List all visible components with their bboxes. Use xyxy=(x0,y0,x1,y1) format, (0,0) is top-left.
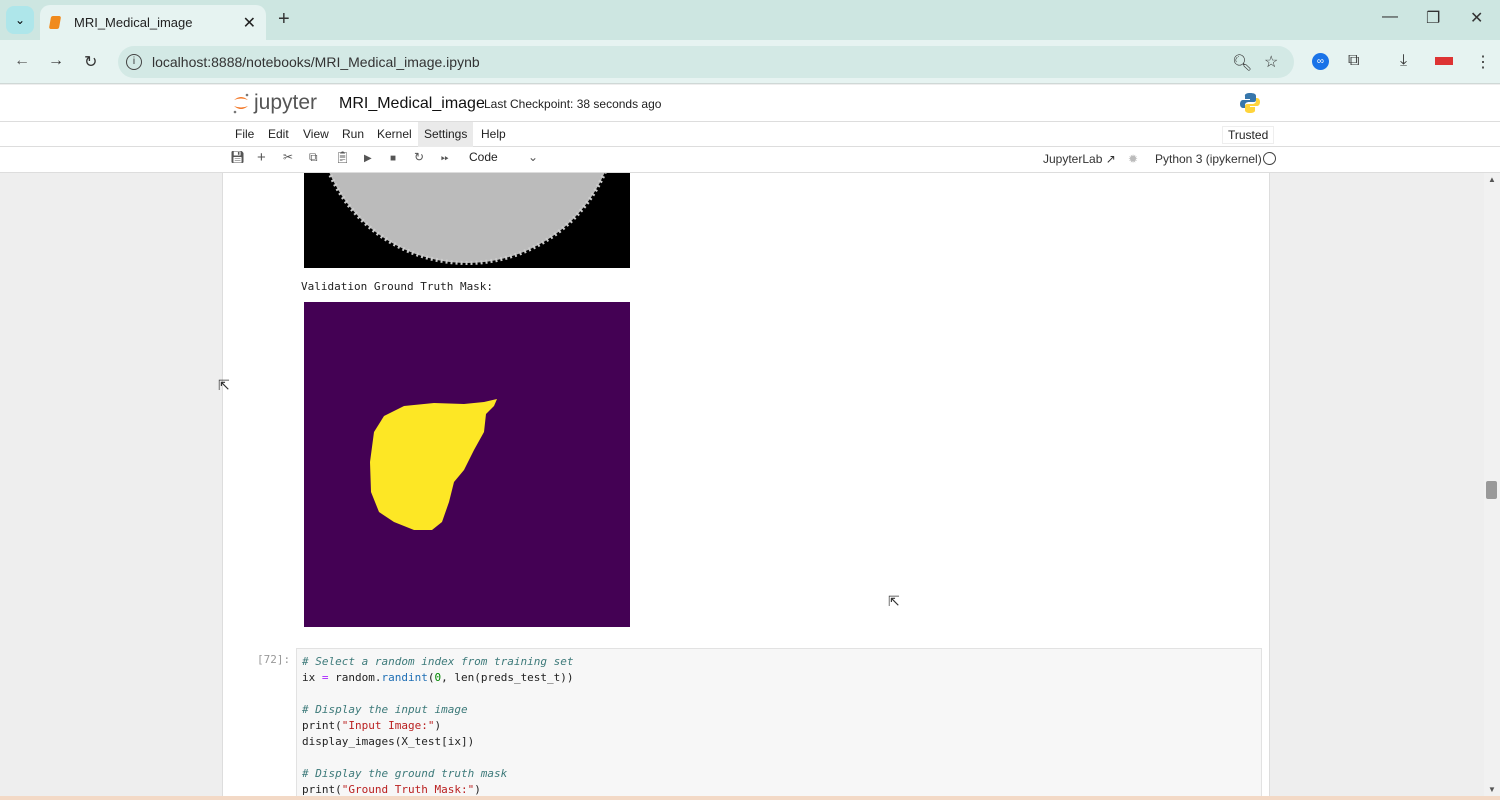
code-line: # Select a random index from training se… xyxy=(302,654,1256,670)
code-token: ) xyxy=(474,783,481,796)
browser-menu-icon[interactable]: ⋮ xyxy=(1475,52,1491,72)
extension-badge-icon[interactable] xyxy=(1435,57,1453,65)
site-info-icon[interactable]: i xyxy=(126,54,142,70)
jupyterlab-link[interactable]: JupyterLab ↗ xyxy=(1043,152,1116,166)
jupyter-logo-icon xyxy=(233,93,249,114)
jupyter-favicon-icon xyxy=(48,16,62,29)
menu-file[interactable]: File xyxy=(229,122,260,147)
close-tab-icon[interactable]: ✕ xyxy=(243,13,256,33)
notebook-title[interactable]: MRI_Medical_image xyxy=(339,95,485,113)
reload-icon[interactable]: ↻ xyxy=(84,52,97,72)
menu-view[interactable]: View xyxy=(297,122,335,147)
menu-run[interactable]: Run xyxy=(336,122,370,147)
copy-icon[interactable]: ⧉ xyxy=(309,150,318,165)
code-token: random. xyxy=(328,671,382,684)
new-tab-icon[interactable]: + xyxy=(278,8,290,31)
jupyter-logo-text: jupyter xyxy=(254,91,318,114)
python-logo-icon xyxy=(1240,93,1260,113)
menu-kernel[interactable]: Kernel xyxy=(371,122,418,147)
run-icon[interactable]: ▶ xyxy=(364,153,372,164)
download-icon[interactable]: ⤓ xyxy=(1400,52,1407,70)
code-token: # Display the ground truth mask xyxy=(302,767,508,780)
last-checkpoint: Last Checkpoint: 38 seconds ago xyxy=(484,97,662,111)
code-line: print("Input Image:") xyxy=(302,718,1256,734)
paste-icon[interactable]: 📋︎ xyxy=(335,150,350,164)
url-text: localhost:8888/notebooks/MRI_Medical_ima… xyxy=(152,54,480,70)
trusted-indicator[interactable]: Trusted xyxy=(1222,126,1275,144)
code-line: ix = random.randint(0, len(preds_test_t)… xyxy=(302,670,1256,686)
insert-cell-icon[interactable]: + xyxy=(257,149,266,166)
forward-icon[interactable]: → xyxy=(48,52,64,70)
bookmark-star-icon[interactable]: ☆ xyxy=(1264,52,1278,72)
ground-truth-mask-image xyxy=(304,302,630,627)
ct-input-image xyxy=(304,173,630,268)
chevron-down-icon[interactable]: ⌄ xyxy=(528,150,538,164)
code-token: print( xyxy=(302,783,342,796)
code-token: "Input Image:" xyxy=(341,719,435,732)
mask-background xyxy=(304,302,630,627)
code-token: # Select a random index from training se… xyxy=(302,655,574,668)
code-line: # Display the ground truth mask xyxy=(302,766,1256,782)
scrollbar-thumb[interactable] xyxy=(1486,481,1497,499)
taskbar-edge xyxy=(0,796,1500,800)
code-token: "Ground Truth Mask:" xyxy=(341,783,475,796)
stop-icon[interactable]: ■ xyxy=(390,153,396,164)
code-token: display_images(X_test[ix]) xyxy=(302,735,475,748)
code-token: randint xyxy=(381,671,428,684)
code-token: ix xyxy=(302,671,322,684)
restart-icon[interactable]: ↻ xyxy=(414,150,424,164)
notebook-page: Validation Ground Truth Mask: [72]: # Se… xyxy=(222,173,1270,800)
cell-type-select[interactable]: Code xyxy=(469,150,498,164)
mouse-cursor-icon: ⇱ xyxy=(218,377,230,393)
extensions-icon[interactable]: ⧉ xyxy=(1348,52,1359,70)
browser-tab[interactable]: MRI_Medical_image ✕ xyxy=(40,5,266,40)
debugger-icon[interactable]: ✹ xyxy=(1128,152,1138,166)
back-icon[interactable]: ← xyxy=(14,52,30,70)
scroll-down-icon[interactable]: ▼ xyxy=(1488,785,1496,794)
cell-prompt: [72]: xyxy=(257,653,291,666)
tab-search-chevron-icon[interactable]: ⌄ xyxy=(6,6,34,34)
restart-run-all-icon[interactable]: ⏩︎ xyxy=(441,153,449,164)
jupyterlab-label: JupyterLab xyxy=(1043,152,1103,166)
code-token: = xyxy=(321,671,329,684)
code-line: # Display the input image xyxy=(302,702,1256,718)
zoom-icon[interactable]: 🔍︎ xyxy=(1232,53,1252,73)
menu-help[interactable]: Help xyxy=(475,122,512,147)
code-line: display_images(X_test[ix]) xyxy=(302,734,1256,750)
tab-title: MRI_Medical_image xyxy=(74,15,193,30)
close-window-icon[interactable]: ✕ xyxy=(1470,8,1483,28)
external-link-icon: ↗ xyxy=(1105,152,1116,166)
scroll-up-icon[interactable]: ▲ xyxy=(1488,175,1496,184)
menu-settings[interactable]: Settings xyxy=(418,122,474,147)
mouse-cursor-icon: ⇱ xyxy=(888,593,900,609)
restore-icon[interactable]: ❐ xyxy=(1426,8,1440,28)
code-token: print( xyxy=(302,719,342,732)
code-token: ) xyxy=(434,719,442,732)
code-token: # Display the input image xyxy=(302,703,468,716)
url-input[interactable]: i localhost:8888/notebooks/MRI_Medical_i… xyxy=(118,46,1294,78)
extension-infinity-icon[interactable]: ∞ xyxy=(1312,53,1329,70)
menu-edit[interactable]: Edit xyxy=(262,122,295,147)
output-label: Validation Ground Truth Mask: xyxy=(301,280,494,293)
kernel-name[interactable]: Python 3 (ipykernel) xyxy=(1155,152,1262,166)
save-icon[interactable]: 💾︎ xyxy=(230,150,245,164)
cut-icon[interactable]: ✂ xyxy=(283,150,293,164)
minimize-icon[interactable]: — xyxy=(1382,8,1398,26)
kernel-status-idle-icon xyxy=(1263,152,1276,165)
code-cell-editor[interactable]: # Select a random index from training se… xyxy=(296,648,1262,800)
menu-bar xyxy=(0,122,1500,147)
jupyter-header xyxy=(0,85,1500,122)
code-token: , len(preds_test_t)) xyxy=(441,671,574,684)
jupyter-logo[interactable]: jupyter xyxy=(232,91,317,115)
